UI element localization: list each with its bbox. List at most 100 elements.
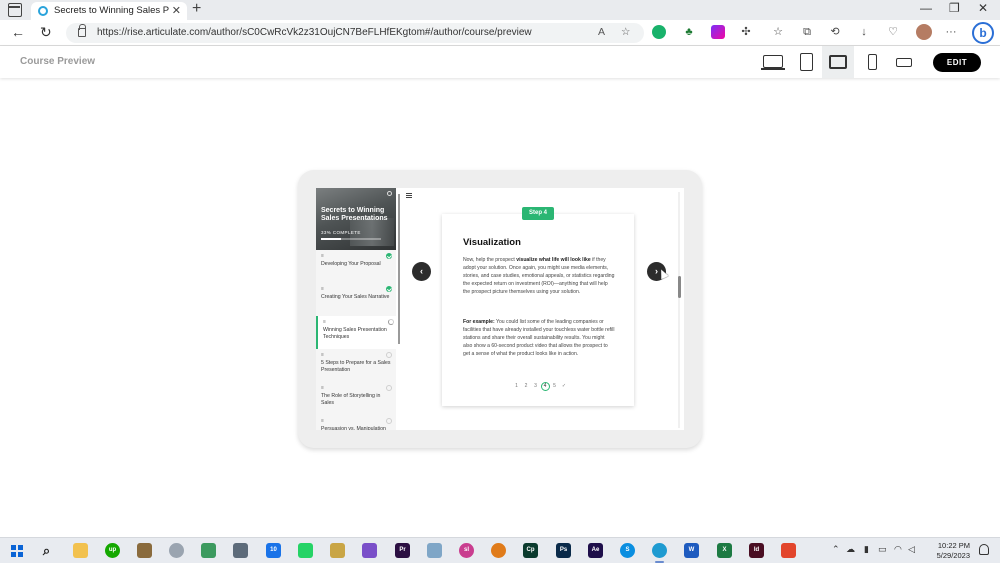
lesson-label: Developing Your Proposal	[321, 261, 381, 267]
skype-icon[interactable]: S	[620, 543, 635, 558]
progress-text: 33% COMPLETE	[321, 230, 361, 235]
lesson-type-icon: ≡	[321, 253, 324, 259]
window-restore-button[interactable]: ❐	[949, 1, 960, 15]
sidebar-lesson-item[interactable]: ≡ Persuasion vs. Manipulation	[316, 415, 396, 430]
notification-icon[interactable]	[979, 544, 989, 555]
complete-check-icon	[386, 253, 392, 259]
browser-tab[interactable]: Secrets to Winning Sales Presentations ✕	[31, 2, 187, 20]
sidebar-lesson-item[interactable]: ≡ 5 Steps to Prepare for a Sales Presenta…	[316, 349, 396, 382]
sidebar-scrollbar[interactable]	[398, 194, 400, 344]
not-started-icon	[386, 385, 392, 391]
sidebar-lesson-item[interactable]: ≡ Developing Your Proposal	[316, 250, 396, 283]
new-tab-button[interactable]: +	[192, 0, 201, 18]
app-disk-icon[interactable]	[169, 543, 184, 558]
more-options-icon[interactable]: ···	[944, 25, 958, 39]
pager-complete-icon[interactable]: ✓	[560, 382, 569, 391]
bing-copilot-icon[interactable]: b	[972, 22, 994, 44]
not-started-icon	[386, 418, 392, 424]
edit-button[interactable]: EDIT	[933, 53, 981, 72]
pager-step[interactable]: 4	[540, 382, 550, 391]
tablet-preview-button[interactable]	[822, 46, 854, 78]
settings-icon[interactable]	[387, 191, 392, 196]
pager-step[interactable]: 5	[550, 382, 559, 391]
tab-actions-icon[interactable]	[8, 3, 22, 17]
usb-icon[interactable]: ▮	[864, 544, 869, 555]
cloud-icon[interactable]: ☁	[846, 544, 855, 555]
reload-button[interactable]: ↻	[40, 24, 52, 41]
previous-button[interactable]: ‹	[412, 262, 431, 281]
app-folder-icon[interactable]	[362, 543, 377, 558]
app-globe-icon[interactable]	[491, 543, 506, 558]
card-heading: Visualization	[463, 237, 521, 248]
after-effects-icon[interactable]: Ae	[588, 543, 603, 558]
content-scrollbar[interactable]	[678, 192, 680, 428]
battery-icon[interactable]: ▭	[878, 544, 887, 555]
downloads-icon[interactable]: ↓	[857, 25, 871, 39]
app-book-icon[interactable]	[427, 543, 442, 558]
excel-icon[interactable]: X	[717, 543, 732, 558]
browser-toolbar: ← ↻ https://rise.articulate.com/author/s…	[0, 20, 1000, 46]
volume-icon[interactable]: ◁	[908, 544, 915, 555]
pager-step[interactable]: 3	[531, 382, 540, 391]
profile-avatar[interactable]	[916, 24, 932, 40]
extension-frog-icon[interactable]: ♣	[682, 25, 696, 39]
windows-start-icon[interactable]	[11, 545, 23, 557]
lesson-label: Winning Sales Presentation Techniques	[323, 327, 387, 340]
search-icon[interactable]: ⌕	[39, 543, 54, 558]
lock-icon	[78, 24, 86, 37]
desktop-preview-button[interactable]	[757, 46, 789, 78]
complete-check-icon	[386, 286, 392, 292]
extensions-puzzle-icon[interactable]: ✣	[739, 25, 753, 39]
browser-tab-bar: Secrets to Winning Sales Presentations ✕…	[0, 0, 1000, 20]
address-bar[interactable]: https://rise.articulate.com/author/sC0Cw…	[66, 23, 644, 43]
word-icon[interactable]: W	[684, 543, 699, 558]
paragraph-bold-text: visualize what life will look like	[516, 257, 591, 263]
back-button[interactable]: ←	[11, 24, 25, 40]
app-green-icon[interactable]	[201, 543, 216, 558]
in-progress-icon	[388, 319, 394, 325]
tablet-landscape-preview-button[interactable]	[790, 46, 822, 78]
favorites-icon[interactable]: ☆	[771, 25, 785, 39]
laptop-icon	[763, 55, 783, 68]
history-icon[interactable]: ⟲	[828, 25, 842, 39]
sidebar-lesson-item[interactable]: ≡ Winning Sales Presentation Techniques	[316, 316, 396, 349]
menu-icon[interactable]	[406, 193, 412, 198]
sidebar-lesson-item[interactable]: ≡ Creating Your Sales Narrative	[316, 283, 396, 316]
calculator-icon[interactable]	[233, 543, 248, 558]
lesson-label: Creating Your Sales Narrative	[321, 294, 390, 300]
photoshop-icon[interactable]: Ps	[556, 543, 571, 558]
file-explorer-icon[interactable]	[73, 543, 88, 558]
tablet-device-frame: Secrets to Winning Sales Presentations 3…	[298, 170, 702, 448]
edge-icon[interactable]	[652, 543, 667, 563]
app-notes-icon[interactable]	[330, 543, 345, 558]
wifi-icon[interactable]: ◠	[894, 544, 902, 555]
sidebar-lesson-item[interactable]: ≡ The Role of Storytelling in Sales	[316, 382, 396, 415]
favorite-icon[interactable]: ☆	[621, 26, 630, 38]
read-aloud-icon[interactable]: A	[598, 26, 605, 38]
mobile-preview-button[interactable]	[856, 46, 888, 78]
app-red-icon[interactable]	[781, 543, 796, 558]
character-animator-icon[interactable]: Cp	[523, 543, 538, 558]
grammarly-extension-icon[interactable]	[652, 25, 666, 39]
course-sidebar[interactable]: Secrets to Winning Sales Presentations 3…	[316, 188, 396, 430]
pager-step[interactable]: 2	[522, 382, 531, 391]
indesign-icon[interactable]: Id	[749, 543, 764, 558]
premiere-icon[interactable]: Pr	[395, 543, 410, 558]
collections-icon[interactable]: ⧉	[800, 25, 814, 39]
window-close-button[interactable]: ✕	[978, 1, 988, 15]
tablet-landscape-icon	[829, 55, 847, 69]
app-tree-icon[interactable]	[137, 543, 152, 558]
slack-icon[interactable]: sl	[459, 543, 474, 558]
tab-close-icon[interactable]: ✕	[172, 4, 181, 17]
system-clock[interactable]: 10:22 PM 5/29/2023	[922, 541, 970, 561]
window-minimize-button[interactable]: —	[920, 1, 932, 15]
show-hidden-icons-icon[interactable]: ⌃	[832, 544, 840, 555]
whatsapp-icon[interactable]	[298, 543, 313, 558]
mobile-landscape-preview-button[interactable]	[888, 46, 920, 78]
upwork-icon[interactable]: up	[105, 543, 120, 558]
pager-step[interactable]: 1	[512, 382, 521, 391]
extension-app-icon[interactable]	[711, 25, 725, 39]
browser-essentials-icon[interactable]: ♡	[886, 25, 900, 39]
mail-icon[interactable]: 10	[266, 543, 281, 558]
content-scroll-thumb[interactable]	[678, 276, 681, 298]
